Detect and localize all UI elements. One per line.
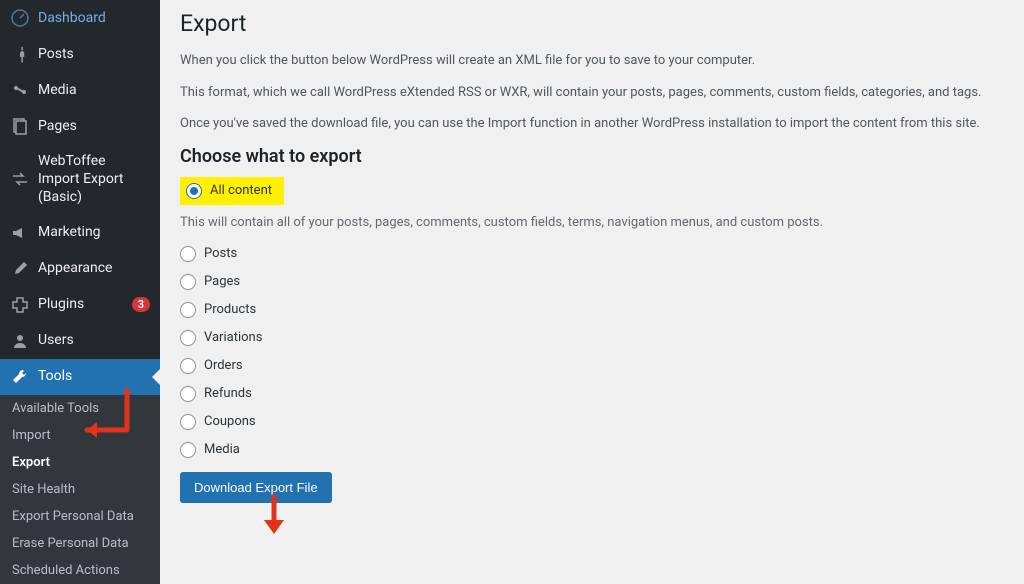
export-options: All content This will contain all of you… [180, 177, 1004, 458]
sidebar-item-pages[interactable]: Pages [0, 108, 160, 144]
admin-sidebar: Dashboard Posts Media Pages WebToffee Im… [0, 0, 160, 571]
radio-input[interactable] [180, 442, 196, 458]
radio-label: All content [210, 183, 272, 198]
option-pages[interactable]: Pages [180, 274, 1004, 290]
option-variations[interactable]: Variations [180, 330, 1004, 346]
subnav-available-tools[interactable]: Available Tools [0, 395, 160, 422]
option-orders[interactable]: Orders [180, 358, 1004, 374]
option-refunds[interactable]: Refunds [180, 386, 1004, 402]
sidebar-item-tools[interactable]: Tools [0, 359, 160, 395]
radio-label: Variations [204, 330, 262, 345]
radio-label: Posts [204, 246, 237, 261]
pin-icon [10, 44, 30, 64]
sidebar-item-label: Plugins [38, 295, 124, 313]
option-coupons[interactable]: Coupons [180, 414, 1004, 430]
users-icon [10, 331, 30, 351]
option-media[interactable]: Media [180, 442, 1004, 458]
radio-input[interactable] [180, 302, 196, 318]
sidebar-item-marketing[interactable]: Marketing [0, 215, 160, 251]
section-title: Choose what to export [180, 146, 1004, 167]
page-title: Export [180, 10, 1004, 37]
radio-label: Coupons [204, 414, 256, 429]
plugin-update-badge: 3 [132, 297, 150, 312]
all-content-description: This will contain all of your posts, pag… [180, 215, 1004, 230]
tools-submenu: Available Tools Import Export Site Healt… [0, 395, 160, 584]
brush-icon [10, 259, 30, 279]
sidebar-item-label: Posts [38, 45, 150, 63]
media-icon [10, 80, 30, 100]
megaphone-icon [10, 223, 30, 243]
radio-label: Orders [204, 358, 243, 373]
radio-label: Products [204, 302, 256, 317]
radio-input[interactable] [180, 274, 196, 290]
sidebar-item-label: Users [38, 331, 150, 349]
radio-label: Media [204, 442, 240, 457]
subnav-scheduled-actions[interactable]: Scheduled Actions [0, 557, 160, 584]
download-export-file-button[interactable]: Download Export File [180, 472, 332, 503]
option-posts[interactable]: Posts [180, 246, 1004, 262]
radio-input[interactable] [186, 183, 202, 199]
radio-input[interactable] [180, 330, 196, 346]
subnav-export[interactable]: Export [0, 449, 160, 476]
option-products[interactable]: Products [180, 302, 1004, 318]
intro-paragraph: This format, which we call WordPress eXt… [180, 83, 1004, 103]
sidebar-item-plugins[interactable]: Plugins 3 [0, 287, 160, 323]
option-all-content[interactable]: All content [180, 177, 284, 205]
sidebar-item-label: Appearance [38, 259, 150, 277]
sidebar-item-label: Marketing [38, 223, 150, 241]
sidebar-item-label: Tools [38, 367, 150, 385]
radio-label: Pages [204, 274, 240, 289]
sidebar-item-label: Pages [38, 117, 150, 135]
intro-paragraph: Once you've saved the download file, you… [180, 114, 1004, 134]
sidebar-item-label: Media [38, 81, 150, 99]
main-content: Export When you click the button below W… [160, 0, 1024, 571]
swap-icon [10, 169, 30, 189]
sidebar-item-label: Dashboard [38, 9, 150, 27]
radio-input[interactable] [180, 386, 196, 402]
radio-input[interactable] [180, 358, 196, 374]
plugin-icon [10, 295, 30, 315]
sidebar-item-dashboard[interactable]: Dashboard [0, 0, 160, 36]
subnav-import[interactable]: Import [0, 422, 160, 449]
sidebar-item-label: WebToffee Import Export (Basic) [38, 152, 150, 207]
radio-label: Refunds [204, 386, 252, 401]
radio-input[interactable] [180, 414, 196, 430]
sidebar-item-appearance[interactable]: Appearance [0, 251, 160, 287]
sidebar-item-users[interactable]: Users [0, 323, 160, 359]
sidebar-item-webtoffee[interactable]: WebToffee Import Export (Basic) [0, 144, 160, 215]
dashboard-icon [10, 8, 30, 28]
subnav-erase-personal-data[interactable]: Erase Personal Data [0, 530, 160, 557]
sidebar-item-media[interactable]: Media [0, 72, 160, 108]
intro-text: When you click the button below WordPres… [180, 51, 1004, 134]
sidebar-item-posts[interactable]: Posts [0, 36, 160, 72]
subnav-export-personal-data[interactable]: Export Personal Data [0, 503, 160, 530]
subnav-site-health[interactable]: Site Health [0, 476, 160, 503]
wrench-icon [10, 367, 30, 387]
pages-icon [10, 116, 30, 136]
radio-input[interactable] [180, 246, 196, 262]
intro-paragraph: When you click the button below WordPres… [180, 51, 1004, 71]
